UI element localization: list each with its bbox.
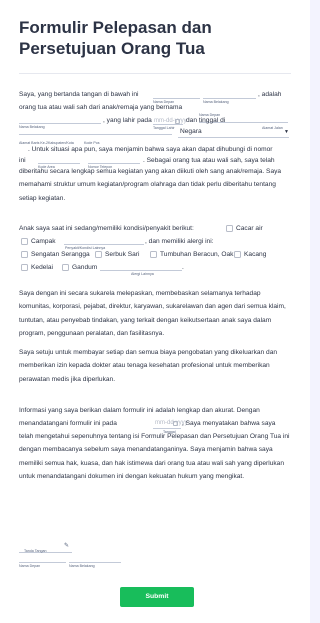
p5-rest: telah mengetahui sepenuhnya tentang isi … (19, 433, 290, 481)
checkbox-kacang[interactable] (234, 251, 241, 258)
child-last-name-field[interactable] (19, 123, 101, 124)
sub-label-other-condition: Penyakit/Kondisi Lainnya (65, 246, 106, 250)
sub-label-street: Alamat Jalan (262, 126, 283, 130)
label-cacar-air: Cacar air (236, 225, 263, 232)
p5-line-2b: , Saya menyatakan bahwa saya (182, 420, 276, 427)
checkbox-kedelai[interactable] (21, 264, 28, 271)
area-code-field[interactable] (38, 163, 80, 164)
pen-icon: ✎ (64, 543, 70, 549)
p1-text-7: ini (19, 157, 26, 164)
street-address-field[interactable] (246, 122, 288, 123)
submit-button[interactable]: Submit (120, 587, 194, 607)
p1-text-5: dan tinggal di (186, 117, 226, 124)
signing-date-underline (153, 428, 181, 429)
sub-label-address2: Alamat Baris Ke-2 (19, 141, 48, 145)
phone-number-field[interactable] (88, 163, 140, 164)
country-select-underline (178, 137, 289, 138)
p1-text-1: Saya, yang bertanda tangan di bawah ini (19, 91, 139, 98)
address-line-1-field[interactable] (19, 134, 172, 135)
checkbox-tumbuhan-beracun[interactable] (150, 251, 157, 258)
label-kedelai: Kedelai (31, 264, 53, 271)
sub-label-signer-last: Nama Belakang (69, 564, 95, 568)
p3-text: Saya dengan ini secara sukarela melepask… (19, 290, 286, 338)
label-kacang: Kacang (244, 251, 267, 258)
p1-text-3: orang tua atau wali sah dari anak/remaja… (19, 104, 183, 111)
signer-last-name-field[interactable] (69, 562, 121, 563)
p2-alergi-lead: , dan memiliki alergi ini: (145, 238, 214, 245)
checkbox-campak[interactable] (21, 238, 28, 245)
form-title: Formulir Pelepasan dan Persetujuan Orang… (19, 18, 212, 58)
sub-label-signer-first: Nama Depan (19, 564, 41, 568)
sub-label-city: Kabupaten/Kota (48, 141, 74, 145)
parent-first-name-field[interactable] (153, 98, 200, 99)
p1-text-6: . Untuk situasi apa pun, saya menjamin b… (28, 146, 273, 153)
sub-label-other-allergy: Alergi Lainnya (131, 272, 154, 276)
p2-lead: Anak saya saat ini sedang/memiliki kondi… (19, 225, 194, 232)
sub-label-birthdate: Tanggal Lahir (153, 126, 175, 130)
birthdate-underline (153, 124, 183, 125)
country-select-value[interactable]: Negara (180, 128, 202, 136)
sub-label-last-name-1: Nama Belakang (203, 100, 229, 104)
p1-text-2: , adalah (258, 91, 282, 98)
checkbox-gandum[interactable] (62, 264, 69, 271)
sub-label-signature: Tanda Tangan (24, 549, 47, 553)
checkbox-cacar-air[interactable] (226, 225, 233, 232)
form-card: Formulir Pelepasan dan Persetujuan Orang… (0, 0, 310, 623)
p2-end: . (182, 264, 184, 271)
p1-text-8: . Sebagai orang tua atau wali sah, saya … (143, 157, 275, 164)
parent-last-name-field[interactable] (203, 98, 256, 99)
p1-rest: diberitahu secara lengkap semua kegiatan… (19, 168, 282, 202)
checkbox-serbuk-sari[interactable] (95, 251, 102, 258)
other-condition-field[interactable] (64, 244, 144, 245)
p4-text: Saya setuju untuk membayar setiap dan se… (19, 349, 278, 383)
label-serbuk-sari: Serbuk Sari (105, 251, 140, 258)
label-campak: Campak (31, 238, 56, 245)
checkbox-sengatan-serangga[interactable] (21, 251, 28, 258)
label-tumbuhan-beracun: Tumbuhan Beracun, Oak (160, 251, 234, 258)
sub-label-last-name-2: Nama Belakang (19, 125, 45, 129)
p1-text-4: , yang lahir pada (103, 117, 152, 124)
p5-line-2a: menandatangani formulir ini pada (19, 420, 117, 427)
sub-label-zip: Kode Pos (84, 141, 100, 145)
label-sengatan-serangga: Sengatan Serangga (31, 251, 90, 258)
signer-first-name-field[interactable] (19, 562, 66, 563)
label-gandum: Gandum (72, 264, 98, 271)
other-allergy-field[interactable] (100, 270, 182, 271)
title-divider (19, 73, 291, 74)
chevron-down-icon[interactable]: ▼ (284, 129, 289, 135)
p5-line-1: Informasi yang saya berikan dalam formul… (19, 407, 260, 414)
calendar-icon-2[interactable] (173, 421, 178, 426)
